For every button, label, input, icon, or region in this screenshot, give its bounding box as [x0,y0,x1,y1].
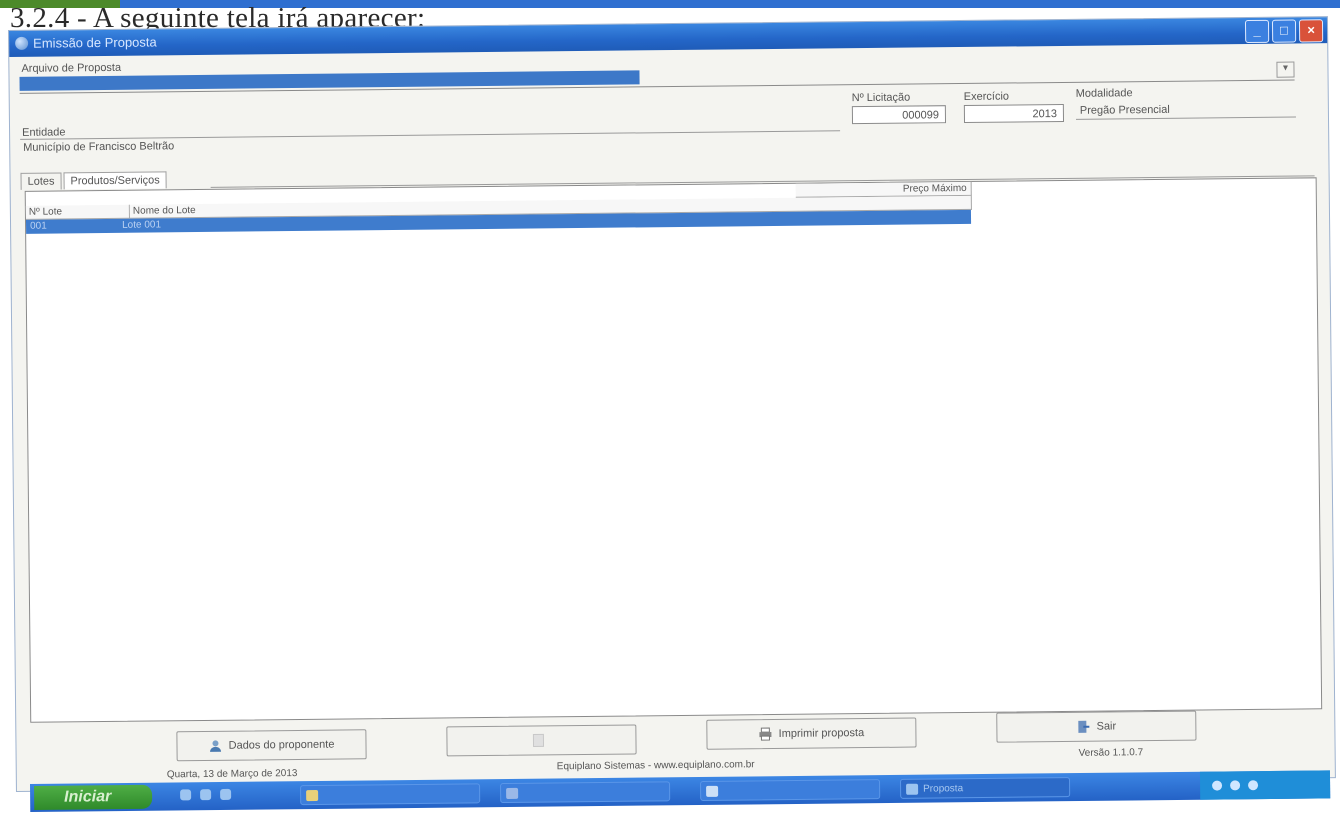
app-small-icon [906,783,919,795]
status-date: Quarta, 13 de Março de 2013 [166,768,298,781]
door-exit-icon [1077,720,1091,734]
close-button[interactable]: × [1298,19,1324,43]
nr-licitacao-field[interactable]: 000099 [851,105,947,125]
status-version: Versão 1.1.0.7 [1078,747,1144,759]
tab-produtos-servicos[interactable]: Produtos/Serviços [63,171,167,190]
window-title: Emissão de Proposta [33,34,157,51]
quicklaunch-media-icon[interactable] [200,789,212,801]
minimize-button[interactable]: _ [1244,19,1270,44]
exercicio-field[interactable]: 2013 [963,103,1065,123]
gerar-proposta-button[interactable] [446,724,637,757]
tab-lotes[interactable]: Lotes [20,172,62,190]
maximize-button[interactable]: □ [1271,19,1297,43]
document-icon [531,733,545,748]
tab-strip: Lotes Produtos/Serviços [20,171,168,190]
app-icon [15,36,29,50]
sair-button[interactable]: Sair [996,710,1197,743]
tray-volume-icon[interactable] [1230,780,1241,791]
taskbar-item-proposta[interactable]: Proposta [899,777,1071,799]
person-icon [209,739,223,753]
tray-network-icon[interactable] [1212,780,1223,791]
status-company: Equiplano Sistemas - www.equiplano.com.b… [556,759,755,773]
modalidade-label: Modalidade [1075,87,1133,100]
printer-icon [759,727,773,741]
cell-nr-lote: 001 [29,220,47,232]
system-tray [1199,770,1331,800]
dados-proponente-label: Dados do proponente [228,738,335,752]
quicklaunch-folder-icon[interactable] [220,788,232,801]
start-button[interactable]: Iniciar [34,784,153,810]
dados-proponente-button[interactable]: Dados do proponente [176,729,367,762]
window-controls: _ □ × [1244,19,1324,44]
column-nr-lote[interactable]: Nº Lote [25,204,130,220]
taskbar-item-folder[interactable] [300,783,481,806]
lotes-grid[interactable]: Preço Máximo Nº Lote Nome do Lote 001 Lo… [24,177,1323,723]
app-window: Emissão de Proposta _ □ × Arquivo de Pro… [8,16,1336,792]
entidade-label: Entidade [22,126,66,139]
taskbar-item-browser[interactable] [700,779,881,801]
entidade-field[interactable]: Município de Francisco Beltrão [20,130,841,155]
browser-icon [706,785,719,797]
cell-nome-lote: Lote 001 [121,219,162,231]
arquivo-label: Arquivo de Proposta [21,61,122,75]
chevron-down-icon[interactable]: ▾ [1276,61,1295,78]
modalidade-field[interactable]: Pregão Presencial [1075,99,1296,120]
imprimir-proposta-label: Imprimir proposta [778,727,865,740]
quicklaunch-ie-icon[interactable] [180,789,192,801]
imprimir-proposta-button[interactable]: Imprimir proposta [706,717,917,750]
sair-label: Sair [1096,720,1117,733]
exercicio-label: Exercício [963,90,1010,103]
tray-security-icon[interactable] [1248,780,1259,791]
folder-icon [306,789,319,802]
word-icon [506,787,519,800]
nr-licitacao-label: Nº Licitação [851,91,911,105]
taskbar-item-word[interactable] [500,781,671,804]
